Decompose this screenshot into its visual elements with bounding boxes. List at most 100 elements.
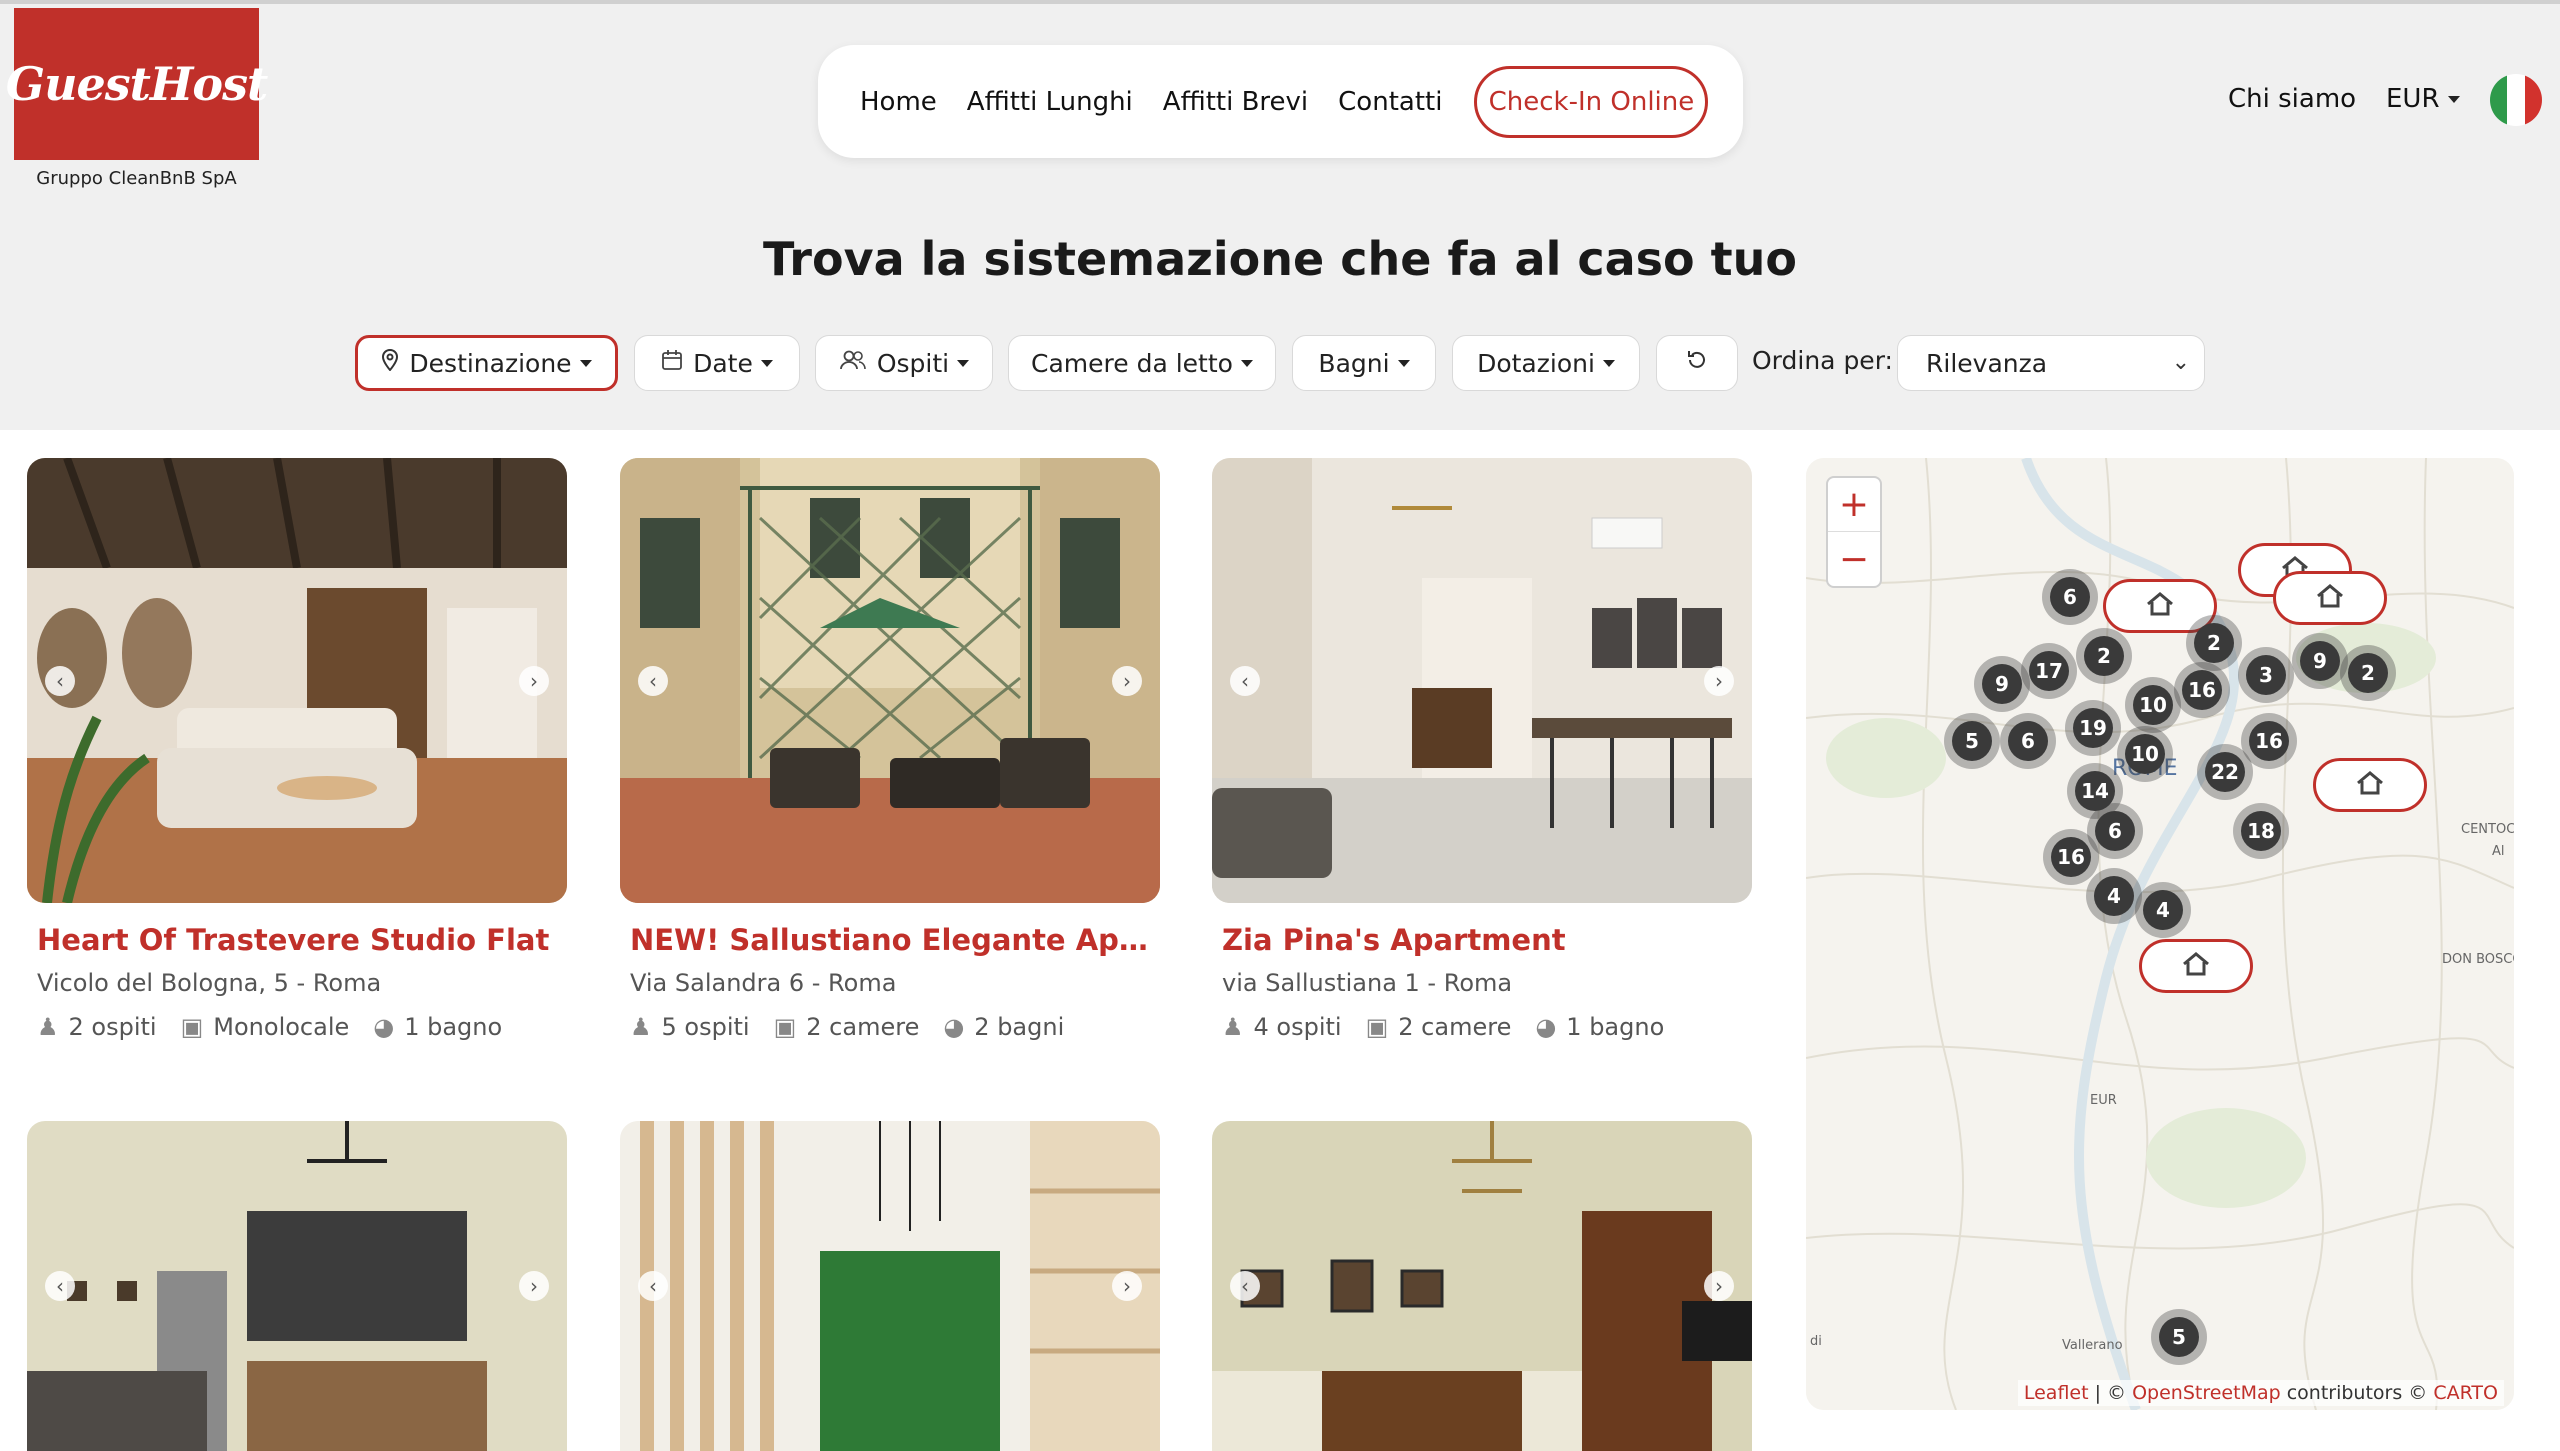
map-cluster[interactable]: 2 (2340, 645, 2396, 701)
map-cluster-count: 6 (2008, 721, 2048, 761)
caret-down-icon (2447, 96, 2460, 103)
map-cluster[interactable]: 6 (2000, 713, 2056, 769)
bed-icon: ▣ (1365, 1013, 1389, 1041)
map-cluster-count: 6 (2050, 577, 2090, 617)
main-nav: Home Affitti Lunghi Affitti Brevi Contat… (818, 45, 1743, 158)
nav-contatti[interactable]: Contatti (1338, 87, 1442, 117)
listing-card[interactable]: ‹ › (620, 1121, 1160, 1451)
map-property-pin[interactable] (2139, 939, 2253, 993)
nav-affitti-lunghi[interactable]: Affitti Lunghi (967, 87, 1133, 117)
carousel-next-icon[interactable]: › (1704, 1271, 1734, 1301)
filter-destination-label: Destinazione (409, 348, 572, 378)
carousel-prev-icon[interactable]: ‹ (1230, 1271, 1260, 1301)
carousel-next-icon[interactable]: › (519, 665, 549, 696)
carousel-prev-icon[interactable]: ‹ (1230, 665, 1260, 696)
listing-rooms: ▣ 2 camere (774, 1013, 920, 1041)
map-cluster[interactable]: 9 (2292, 633, 2348, 689)
map-cluster-count: 6 (2095, 811, 2135, 851)
filter-guests[interactable]: Ospiti (815, 335, 993, 391)
carousel-next-icon[interactable]: › (1112, 1271, 1142, 1301)
listing-card[interactable]: ‹ › Zia Pina's Apartment via Sallustiana… (1212, 458, 1752, 1041)
listings-map[interactable]: + − EUR Vallerano DON BOSCO CENTOC Al di… (1806, 458, 2514, 1410)
caret-down-icon (1240, 359, 1253, 367)
listing-title[interactable]: Heart Of Trastevere Studio Flat (27, 923, 567, 957)
map-cluster[interactable]: 5 (2151, 1309, 2207, 1365)
map-cluster-count: 16 (2249, 721, 2289, 761)
zoom-out-button[interactable]: − (1828, 532, 1880, 586)
filter-amenities[interactable]: Dotazioni (1452, 335, 1640, 391)
reset-icon (1685, 348, 1709, 378)
listing-card[interactable]: ‹ › Heart Of Trastevere Studio Flat Vico… (27, 458, 567, 1041)
filter-bedrooms[interactable]: Camere da letto (1008, 335, 1276, 391)
listing-photo[interactable]: ‹ › (620, 458, 1160, 903)
carousel-next-icon[interactable]: › (1112, 665, 1142, 696)
map-cluster[interactable]: 4 (2135, 882, 2191, 938)
map-cluster[interactable]: 17 (2021, 643, 2077, 699)
map-cluster-count: 5 (2159, 1317, 2199, 1357)
osm-link[interactable]: OpenStreetMap (2132, 1382, 2281, 1404)
listing-card[interactable]: ‹ › (1212, 1121, 1752, 1451)
calendar-icon (661, 349, 683, 377)
map-cluster[interactable]: 16 (2043, 829, 2099, 885)
map-label-eur: EUR (2090, 1093, 2117, 1108)
map-property-pin[interactable] (2273, 571, 2387, 625)
map-cluster[interactable]: 18 (2233, 803, 2289, 859)
filter-bathrooms[interactable]: Bagni (1292, 335, 1436, 391)
checkin-online-button[interactable]: Check-In Online (1474, 65, 1709, 138)
carousel-prev-icon[interactable]: ‹ (638, 665, 668, 696)
listing-photo[interactable]: ‹ › (1212, 458, 1752, 903)
bed-icon: ▣ (180, 1013, 204, 1041)
listing-title[interactable]: NEW! Sallustiano Elegante Appar... (620, 923, 1160, 957)
listing-baths: ◕ 1 bagno (1535, 1013, 1664, 1041)
carousel-prev-icon[interactable]: ‹ (45, 1271, 75, 1301)
map-cluster[interactable]: 4 (2086, 868, 2142, 924)
filter-dates[interactable]: Date (634, 335, 800, 391)
zoom-in-button[interactable]: + (1828, 478, 1880, 532)
carto-link[interactable]: CARTO (2433, 1382, 2498, 1404)
listing-card[interactable]: ‹ › NEW! Sallustiano Elegante Appar... V… (620, 458, 1160, 1041)
sort-select[interactable]: Rilevanza ⌄ (1897, 335, 2205, 391)
listing-features: ♟ 4 ospiti ▣ 2 camere ◕ 1 bagno (1212, 1013, 1752, 1041)
filter-bathrooms-label: Bagni (1318, 348, 1390, 378)
map-cluster[interactable]: 5 (1944, 713, 2000, 769)
map-cluster[interactable]: 2 (2076, 628, 2132, 684)
italy-flag-icon[interactable] (2490, 74, 2542, 126)
sort-value: Rilevanza (1926, 348, 2048, 378)
carousel-prev-icon[interactable]: ‹ (638, 1271, 668, 1301)
listing-photo[interactable]: ‹ › (27, 458, 567, 903)
carousel-next-icon[interactable]: › (1704, 665, 1734, 696)
filter-destination[interactable]: Destinazione (355, 335, 618, 391)
currency-label: EUR (2386, 84, 2440, 114)
currency-dropdown[interactable]: EUR (2386, 84, 2460, 114)
map-cluster[interactable]: 16 (2174, 662, 2230, 718)
leaflet-link[interactable]: Leaflet (2024, 1382, 2089, 1404)
nav-affitti-brevi[interactable]: Affitti Brevi (1163, 87, 1308, 117)
map-zoom-controls: + − (1826, 476, 1882, 588)
reset-filters-button[interactable] (1656, 335, 1738, 391)
map-cluster[interactable]: 10 (2117, 726, 2173, 782)
listing-photo[interactable]: ‹ › (27, 1121, 567, 1451)
map-cluster[interactable]: 6 (2042, 569, 2098, 625)
listing-photo[interactable]: ‹ › (1212, 1121, 1752, 1451)
map-cluster[interactable]: 19 (2065, 700, 2121, 756)
listing-rooms-text: Monolocale (213, 1013, 350, 1041)
sort-label: Ordina per: (1752, 346, 1893, 375)
listing-title[interactable]: Zia Pina's Apartment (1212, 923, 1752, 957)
carousel-prev-icon[interactable]: ‹ (45, 665, 75, 696)
map-attribution: Leaflet | © OpenStreetMap contributors ©… (2017, 1380, 2504, 1406)
nav-chi-siamo[interactable]: Chi siamo (2228, 84, 2356, 114)
carousel-next-icon[interactable]: › (519, 1271, 549, 1301)
map-cluster[interactable]: 3 (2238, 647, 2294, 703)
nav-home[interactable]: Home (860, 87, 937, 117)
map-cluster-count: 4 (2143, 890, 2183, 930)
listing-address: via Sallustiana 1 - Roma (1222, 969, 1513, 997)
listing-address: Via Salandra 6 - Roma (630, 969, 897, 997)
listing-photo[interactable]: ‹ › (620, 1121, 1160, 1451)
map-cluster[interactable]: 10 (2125, 677, 2181, 733)
map-cluster[interactable]: 9 (1974, 656, 2030, 712)
map-property-pin[interactable] (2313, 758, 2427, 812)
map-cluster-count: 2 (2084, 636, 2124, 676)
logo[interactable]: GuestHost (6, 8, 268, 160)
listing-card[interactable]: ‹ › (27, 1121, 567, 1451)
map-cluster[interactable]: 22 (2197, 744, 2253, 800)
